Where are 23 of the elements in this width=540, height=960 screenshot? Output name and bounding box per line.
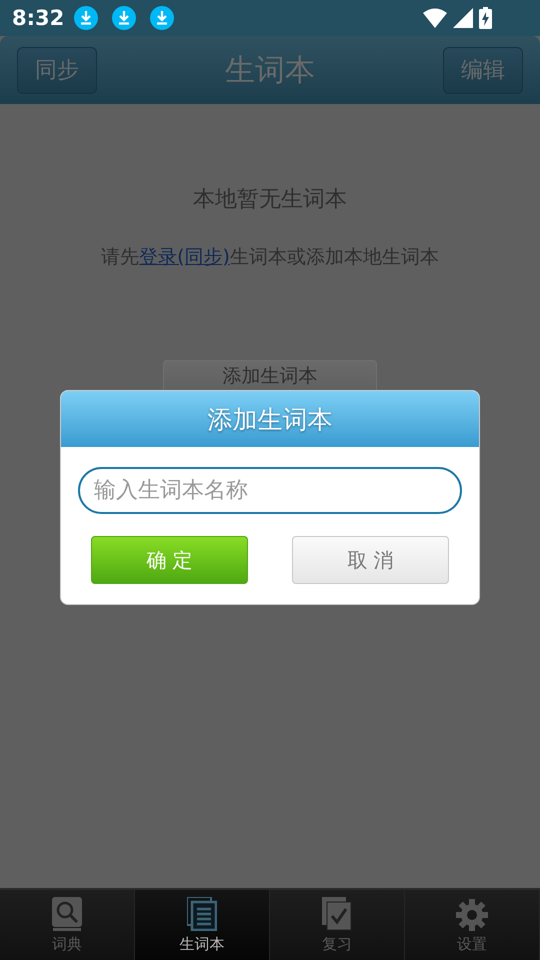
download-icon bbox=[112, 6, 136, 30]
confirm-button[interactable]: 确 定 bbox=[91, 536, 248, 584]
signal-icon bbox=[453, 8, 473, 28]
sync-button[interactable]: 同步 bbox=[17, 46, 97, 94]
battery-icon bbox=[479, 7, 492, 29]
tab[interactable]: 复习 bbox=[270, 890, 405, 960]
edit-button[interactable]: 编辑 bbox=[443, 46, 523, 94]
list-document-icon bbox=[187, 897, 217, 931]
clock-time: 8:32 bbox=[12, 6, 64, 30]
tab[interactable]: 设置 bbox=[405, 890, 540, 960]
download-icon bbox=[74, 6, 98, 30]
dialog-title: 添加生词本 bbox=[61, 391, 479, 447]
tab[interactable]: 词典 bbox=[0, 890, 135, 960]
settings-icon bbox=[456, 899, 488, 931]
search-icon bbox=[52, 897, 82, 931]
page-title: 生词本 bbox=[225, 52, 315, 90]
wifi-icon bbox=[423, 8, 447, 28]
download-icon bbox=[150, 6, 174, 30]
tab[interactable]: 生词本 bbox=[135, 890, 270, 960]
wordbook-name-input[interactable]: 输入生词本名称 bbox=[78, 467, 462, 514]
login-link[interactable]: 登录(同步) bbox=[139, 246, 230, 268]
cancel-button[interactable]: 取 消 bbox=[292, 536, 449, 584]
checklist-icon bbox=[322, 897, 352, 931]
